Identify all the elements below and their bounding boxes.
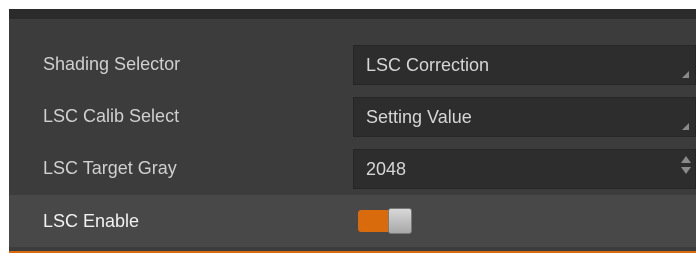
panel-header-bar [9, 9, 696, 19]
shading-selector-value: LSC Correction [366, 54, 490, 75]
lsc-calib-select-value: Setting Value [366, 106, 472, 127]
lsc-calib-select-dropdown[interactable]: Setting Value [353, 97, 696, 137]
lsc-target-gray-value: 2048 [366, 158, 407, 179]
spin-down-icon[interactable] [681, 167, 691, 174]
lsc-calib-select-label: LSC Calib Select [43, 105, 180, 126]
selection-accent-line [9, 251, 696, 253]
lsc-enable-label: LSC Enable [43, 210, 140, 231]
dropdown-arrow-icon [682, 123, 689, 130]
spin-up-icon[interactable] [681, 156, 691, 163]
row-lsc-enable: LSC Enable [9, 195, 696, 247]
row-lsc-target-gray: LSC Target Gray 2048 [9, 142, 696, 194]
shading-selector-dropdown[interactable]: LSC Correction [353, 45, 696, 85]
dropdown-arrow-icon [682, 71, 689, 78]
shading-selector-label: Shading Selector [43, 53, 181, 74]
spinbox-arrows [681, 156, 691, 174]
toggle-knob [388, 208, 412, 234]
properties-panel: Shading Selector LSC Correction LSC Cali… [9, 9, 696, 253]
row-lsc-calib-select: LSC Calib Select Setting Value [9, 90, 696, 142]
lsc-target-gray-label: LSC Target Gray [43, 157, 177, 178]
row-shading-selector: Shading Selector LSC Correction [9, 38, 696, 90]
lsc-enable-toggle[interactable] [358, 208, 412, 234]
lsc-target-gray-input[interactable]: 2048 [353, 149, 696, 189]
